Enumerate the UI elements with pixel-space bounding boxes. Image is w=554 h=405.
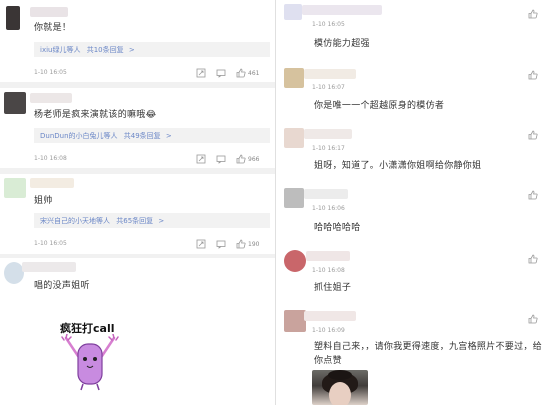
username-blurred[interactable] xyxy=(30,93,72,103)
like-icon[interactable] xyxy=(528,254,538,264)
comment-item: 1-10 16:06 哈哈哈哈哈 xyxy=(276,184,554,240)
username-blurred[interactable] xyxy=(304,129,352,139)
chevron-right-icon: > xyxy=(158,217,165,225)
comment-item: 1-10 16:08 抓住姐子 xyxy=(276,246,554,300)
comment-date: 1-10 16:06 xyxy=(312,205,345,212)
like-icon[interactable] xyxy=(236,154,246,164)
like-icon[interactable] xyxy=(528,9,538,19)
comment-item: 1-10 16:05 模仿能力超强 xyxy=(276,0,554,60)
cheering-character-icon xyxy=(61,334,119,391)
share-icon[interactable] xyxy=(196,154,206,164)
like-icon[interactable] xyxy=(528,314,538,324)
comment-actions: 966 xyxy=(196,153,259,165)
comment-icon[interactable] xyxy=(216,68,226,78)
reply-count: 共65条回复 xyxy=(116,217,154,225)
right-comment-panel: 1-10 16:05 模仿能力超强 1-10 16:07 你是唯一一个超越原身的… xyxy=(276,0,554,405)
username-blurred[interactable] xyxy=(304,69,356,79)
like-icon[interactable] xyxy=(528,70,538,80)
chevron-right-icon: > xyxy=(165,132,172,140)
reply-summary-link[interactable]: ixiu绿儿等人 共10条回复 > xyxy=(34,42,270,57)
comment-text: 你就是！ xyxy=(34,23,72,33)
comment-item: 唱的没声姐听 疯狂打call xyxy=(0,258,275,405)
avatar[interactable] xyxy=(284,250,306,272)
reply-count: 共10条回复 xyxy=(86,46,124,54)
avatar[interactable] xyxy=(284,68,304,88)
comment-text: 哈哈哈哈哈 xyxy=(314,223,361,233)
avatar[interactable] xyxy=(4,262,24,284)
comment-item: 杨老师是疯来演就该的嘛哦😂 DunDun的小白兔儿等人 共49条回复 > 1-1… xyxy=(0,88,275,168)
like-icon[interactable] xyxy=(236,239,246,249)
comment-text: 模仿能力超强 xyxy=(314,39,370,49)
comment-text: 唱的没声姐听 xyxy=(34,281,90,291)
comment-date: 1-10 16:17 xyxy=(312,145,345,152)
comment-item: 1-10 16:07 你是唯一一个超越原身的模仿者 xyxy=(276,64,554,120)
comment-date: 1-10 16:05 xyxy=(34,69,67,76)
comment-actions: 190 xyxy=(196,238,259,250)
comment-icon[interactable] xyxy=(216,239,226,249)
username-blurred[interactable] xyxy=(304,311,356,321)
username-blurred[interactable] xyxy=(22,262,76,272)
attached-photo[interactable] xyxy=(312,370,368,405)
comment-date: 1-10 16:09 xyxy=(312,327,345,334)
comment-text: 杨老师是疯来演就该的嘛哦😂 xyxy=(34,110,157,120)
avatar[interactable] xyxy=(4,92,26,114)
reply-users: ixiu绿儿等人 xyxy=(40,46,81,54)
photo-face xyxy=(329,382,351,405)
comment-item: 1-10 16:17 姐呀，知道了。小潇潇你姐啊给你静你姐 xyxy=(276,124,554,180)
chevron-right-icon: > xyxy=(128,46,135,54)
username-blurred[interactable] xyxy=(30,7,68,17)
comment-date: 1-10 16:08 xyxy=(34,155,67,162)
avatar[interactable] xyxy=(284,4,302,20)
reply-summary-link[interactable]: 宋兴自己的小天地等人 共65条回复 > xyxy=(34,213,270,228)
reply-count: 共49条回复 xyxy=(123,132,161,140)
reply-users: 宋兴自己的小天地等人 xyxy=(40,217,110,225)
comment-icon[interactable] xyxy=(216,154,226,164)
share-icon[interactable] xyxy=(196,68,206,78)
comment-date: 1-10 16:05 xyxy=(34,240,67,247)
avatar[interactable] xyxy=(284,188,304,208)
comment-item: 姐帅 宋兴自己的小天地等人 共65条回复 > 1-10 16:05 190 xyxy=(0,174,275,254)
like-count: 461 xyxy=(248,69,260,77)
share-icon[interactable] xyxy=(196,239,206,249)
comment-actions: 461 xyxy=(196,67,259,79)
left-comment-panel: 你就是！ ixiu绿儿等人 共10条回复 > 1-10 16:05 461 杨老… xyxy=(0,0,275,405)
call-sticker: 疯狂打call xyxy=(56,320,126,391)
photo-hair-top xyxy=(328,370,352,380)
username-blurred[interactable] xyxy=(304,189,348,199)
like-count: 190 xyxy=(248,240,260,248)
like-icon[interactable] xyxy=(236,68,246,78)
like-icon[interactable] xyxy=(528,130,538,140)
like-count: 966 xyxy=(248,155,260,163)
avatar[interactable] xyxy=(284,128,304,148)
comment-date: 1-10 16:05 xyxy=(312,21,345,28)
like-icon[interactable] xyxy=(528,190,538,200)
comment-text: 抓住姐子 xyxy=(314,283,352,293)
comment-text: 姐呀，知道了。小潇潇你姐啊给你静你姐 xyxy=(314,161,482,171)
comment-text: 姐帅 xyxy=(34,196,53,206)
comment-item: 你就是！ ixiu绿儿等人 共10条回复 > 1-10 16:05 461 xyxy=(0,0,275,82)
reply-summary-link[interactable]: DunDun的小白兔儿等人 共49条回复 > xyxy=(34,128,270,143)
comment-date: 1-10 16:07 xyxy=(312,84,345,91)
avatar[interactable] xyxy=(6,6,20,30)
comment-text: 你是唯一一个超越原身的模仿者 xyxy=(314,101,445,111)
comment-text: 塑料自己来，，请你我更得速度，九宫格照片不要过，给你点赞 xyxy=(314,342,543,366)
username-blurred[interactable] xyxy=(302,5,382,15)
comment-date: 1-10 16:08 xyxy=(312,267,345,274)
reply-users: DunDun的小白兔儿等人 xyxy=(40,132,118,140)
username-blurred[interactable] xyxy=(30,178,74,188)
avatar[interactable] xyxy=(4,178,26,198)
avatar[interactable] xyxy=(284,310,306,332)
username-blurred[interactable] xyxy=(306,251,350,261)
